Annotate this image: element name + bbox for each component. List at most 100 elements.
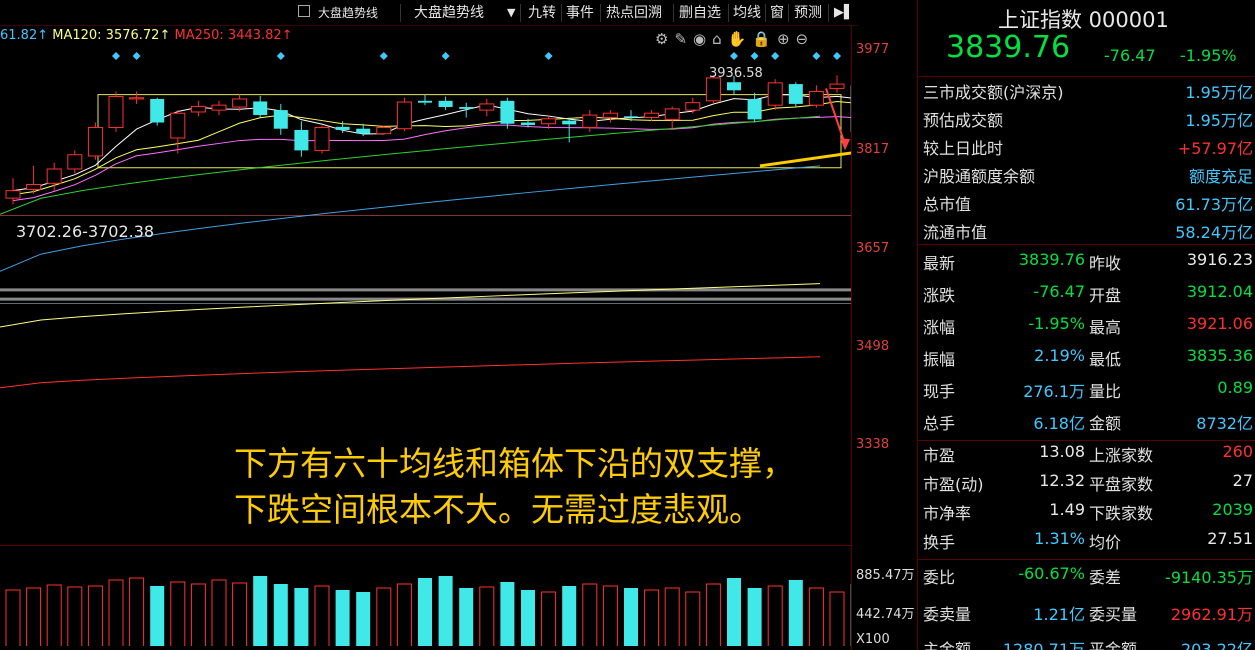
volume-bar [108,579,124,646]
volume-bar [67,586,83,646]
forecast-button[interactable]: 预测 [792,2,824,24]
trend-line-dropdown[interactable]: 大盘趋势线 [412,2,486,24]
quote-label: 主金额 [923,640,972,650]
volume-separator [0,545,851,546]
hotspot-review-button[interactable]: 热点回溯 [604,2,664,24]
toolbar-divider [673,4,674,22]
consolidation-box [97,94,842,169]
quote-value: 2.19% [1034,346,1085,365]
panel-divider [918,244,1255,245]
candle-body [541,118,557,125]
quote-value: -9140.35万 [1165,568,1253,587]
toolbar-divider [728,4,729,22]
candle-body [624,116,638,118]
toolbar-divider [600,4,601,22]
last-price: 3839.76 [946,30,1071,65]
events-button[interactable]: 事件 [564,2,596,24]
quote-panel: 上证指数 000001 3839.76 -76.47 -1.95% 三市成交额(… [918,0,1255,650]
price-change: -76.47 [1104,46,1156,65]
candle-body [232,98,248,108]
candle-body [26,183,42,190]
quote-label: 最新 [923,254,956,273]
candle-body [602,112,618,119]
panel-row-label: 流通市值 [923,223,988,242]
toolbar-divider [400,4,401,22]
candle-body [356,128,371,134]
volume-bar [150,586,165,646]
volume-bar [521,590,535,646]
annotation-line-2: 下跌空间根本不大。无需过度悲观。 [234,490,762,529]
quote-value: -60.67% [1018,564,1085,583]
ma10-line [12,100,851,196]
chevron-down-icon[interactable]: ▼ [505,2,517,24]
event-marker [276,52,285,60]
range-label: 3702.26-3702.38 [16,222,155,241]
panel-divider [918,76,1255,77]
remove-watchlist-button[interactable]: 删自选 [677,2,723,24]
price-axis-border [851,26,852,650]
quote-value: 1280.71万 [1002,640,1085,650]
volume-bar [747,588,762,646]
panel-row-label: 较上日此时 [923,139,1004,158]
volume-bar [685,591,701,646]
moving-average-button[interactable]: 均线 [731,2,763,24]
candle-body [685,102,701,111]
quote-label: 涨幅 [923,318,956,337]
candle-body [808,91,824,106]
skip-end-icon[interactable]: ▶▌ [832,2,856,24]
quote-label: 委卖量 [923,605,972,624]
event-marker [812,52,821,60]
price-tick: 3817 [856,142,890,157]
toolbar-divider [828,4,829,22]
candle-body [747,98,762,120]
quote-value: 3835.36 [1186,346,1253,365]
candle-body [108,95,124,128]
quote-value: 2962.91万 [1170,605,1253,624]
volume-bar [541,591,557,646]
quote-label: 涨跌 [923,286,956,305]
candle-body [562,120,577,125]
candle-body [273,110,288,129]
panel-row-value: 1.95万亿 [1185,111,1253,130]
volume-bar [190,583,206,646]
trend-line-checkbox[interactable] [298,5,310,17]
candle-body [418,100,432,103]
candle-body [314,126,330,151]
event-marker [833,52,841,60]
volume-bar [562,586,577,646]
candle-body [253,101,268,116]
panel-row-value: 额度充足 [1188,167,1253,186]
volume-bar [602,585,618,646]
volume-bar [582,583,598,646]
panel-row-value: 58.24万亿 [1175,223,1253,242]
quote-value: 260 [1222,442,1253,461]
panel-row-value: 61.73万亿 [1175,195,1253,214]
window-button[interactable]: 窗 [768,2,786,24]
quote-label: 平盘家数 [1089,475,1154,494]
panel-row-label: 三市成交额(沪深京) [923,83,1064,102]
ma20-line [12,116,851,202]
trend-line-checkbox-label[interactable]: 大盘趋势线 [316,2,380,24]
quote-label: 开盘 [1089,286,1122,305]
volume-bar [253,576,268,646]
quote-value: 1.31% [1034,529,1085,548]
volume-bar [26,587,42,646]
event-marker [132,52,141,60]
quote-label: 振幅 [923,350,956,369]
annotation-text: 下方有六十均线和箱体下沿的双支撑， 下跌空间根本不大。无需过度悲观。 [234,441,795,533]
candlestick-chart[interactable] [0,26,851,646]
toolbar-divider [765,4,766,22]
candle-body [335,126,350,130]
panel-divider [918,440,1255,441]
candle-body [705,77,721,102]
event-marker [750,52,759,60]
volume-bar [356,592,371,646]
quote-value: 6.18亿 [1033,414,1085,433]
jiuzhuan-button[interactable]: 九转 [526,2,558,24]
chart-toolbar: 大盘趋势线 大盘趋势线 ▼ 九转 事件 热点回溯 删自选 均线 窗 预测 ▶▌ [0,0,858,26]
volume-bar [170,581,186,646]
volume-bar [232,582,248,646]
quote-value: 0.89 [1217,378,1253,397]
volume-bar [500,582,515,646]
candle-body [459,107,474,109]
